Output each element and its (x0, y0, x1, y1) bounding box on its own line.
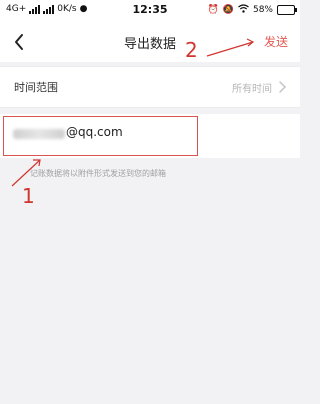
page-title: 导出数据 (123, 37, 176, 52)
annotation-label-2: 2 (185, 38, 198, 62)
hint-text: 记账数据将以附件形式发送到您的邮箱 (30, 169, 166, 178)
email-value: @qq.com (66, 125, 123, 139)
nav-bar: 导出数据 发送 (0, 22, 300, 62)
chevron-right-icon (279, 81, 287, 93)
mute-icon: 🔕 (222, 5, 234, 15)
status-right: ⏰ 🔕 58% (207, 4, 297, 16)
send-button[interactable]: 发送 (264, 33, 288, 50)
annotation-label-1: 1 (22, 184, 35, 208)
annotation-arrowhead-1 (33, 159, 41, 167)
status-bar: 4G+ 0K/s ● 12:35 ⏰ 🔕 58% (0, 0, 300, 22)
email-redacted (13, 129, 65, 139)
alarm-icon: ⏰ (207, 5, 219, 15)
wifi-icon (238, 4, 249, 16)
time-range-row[interactable]: 时间范围 所有时间 (0, 66, 300, 108)
battery-icon (277, 5, 297, 15)
battery-percent: 58% (252, 5, 273, 15)
time-range-value: 所有时间 (232, 84, 272, 95)
time-range-label: 时间范围 (14, 81, 58, 94)
